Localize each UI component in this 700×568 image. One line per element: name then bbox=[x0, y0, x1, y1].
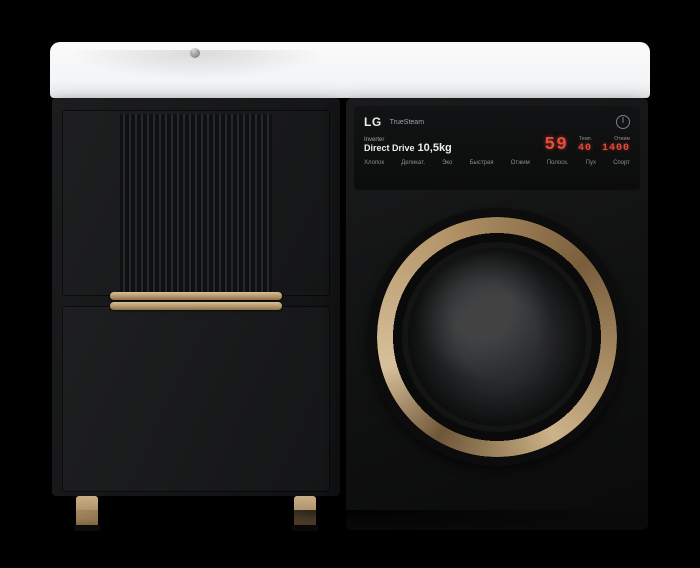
capacity-label: 10,5kg bbox=[418, 143, 452, 154]
program-label: Пух bbox=[586, 160, 596, 166]
washing-machine: LG TrueSteam Inverter Direct Drive 10,5k… bbox=[346, 98, 648, 530]
program-label: Эко bbox=[442, 160, 452, 166]
program-label: Быстрая bbox=[470, 160, 494, 166]
fluted-panel bbox=[120, 114, 272, 292]
tagline-label: TrueSteam bbox=[390, 119, 424, 126]
spin-display: 1400 bbox=[602, 143, 630, 154]
program-label: Спорт bbox=[613, 160, 630, 166]
control-panel: LG TrueSteam Inverter Direct Drive 10,5k… bbox=[354, 106, 640, 190]
washer-door bbox=[368, 208, 626, 466]
drum-glass bbox=[442, 282, 552, 392]
program-label: Деликат. bbox=[401, 160, 425, 166]
time-display: 59 bbox=[544, 135, 568, 155]
vanity-cabinet bbox=[52, 98, 340, 496]
faucet-hole bbox=[190, 48, 200, 58]
program-label: Полоск. bbox=[547, 160, 569, 166]
countertop bbox=[50, 42, 650, 98]
cabinet-drawer-bottom bbox=[62, 306, 330, 492]
display-group: 59 Темп. 40 Отжим 1400 bbox=[544, 135, 630, 155]
temp-label: Темп. bbox=[579, 136, 592, 142]
drive-block: Inverter Direct Drive 10,5kg bbox=[364, 137, 452, 154]
brand-logo: LG bbox=[364, 115, 382, 129]
program-label: Хлопок bbox=[364, 160, 384, 166]
temp-display: 40 bbox=[578, 143, 592, 154]
power-icon bbox=[616, 115, 630, 129]
drawer-handle bbox=[110, 292, 282, 300]
floor-shadow bbox=[50, 510, 650, 542]
program-label: Отжим bbox=[511, 160, 530, 166]
product-scene: LG TrueSteam Inverter Direct Drive 10,5k… bbox=[50, 42, 650, 532]
spin-label: Отжим bbox=[614, 136, 630, 142]
cabinet-drawer-top bbox=[62, 110, 330, 296]
drawer-handle bbox=[110, 302, 282, 310]
drive-label: Direct Drive bbox=[364, 144, 415, 153]
program-row: Хлопок Деликат. Эко Быстрая Отжим Полоск… bbox=[364, 160, 630, 166]
